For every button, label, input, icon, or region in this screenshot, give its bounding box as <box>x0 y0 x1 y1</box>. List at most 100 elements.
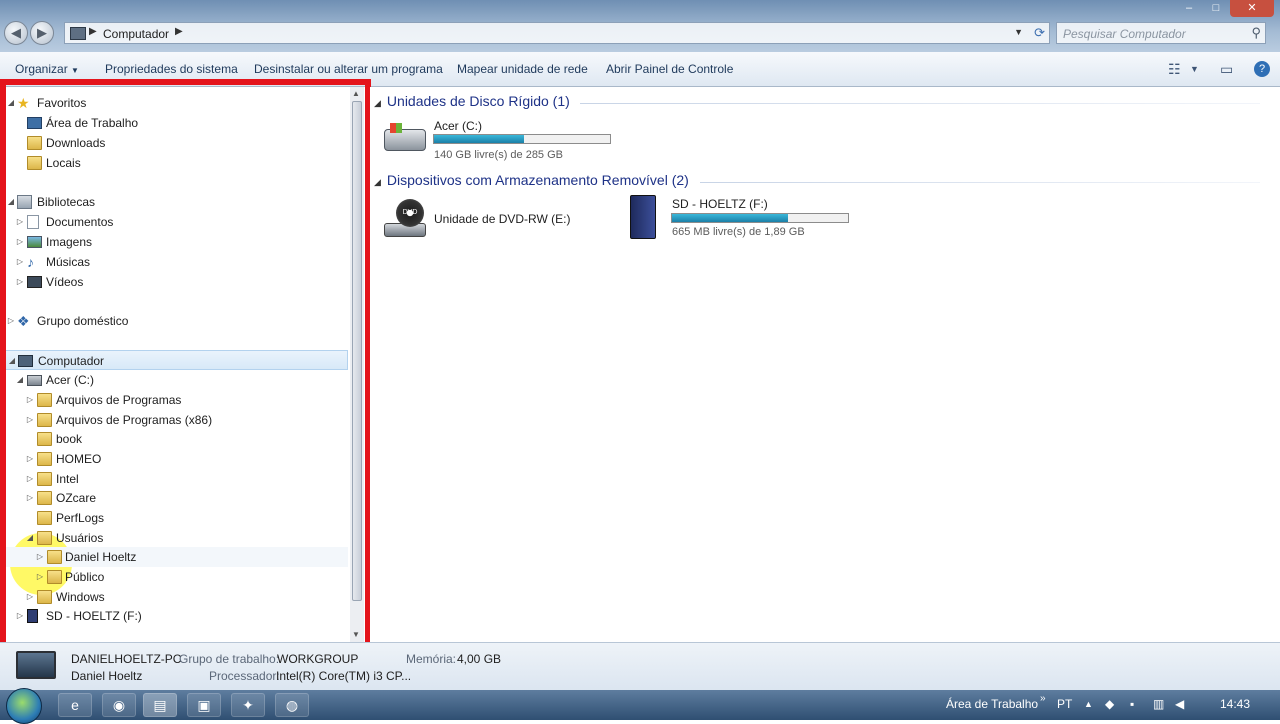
taskbar-chrome-icon[interactable]: ◉ <box>102 693 136 717</box>
expand-arrow-icon[interactable]: ▷ <box>15 606 25 626</box>
drive-item-dvd[interactable]: DVD Unidade de DVD-RW (E:) <box>382 195 602 243</box>
scroll-down-icon[interactable]: ▼ <box>352 630 360 639</box>
forward-button[interactable]: ▶ <box>30 21 54 45</box>
tree-folder-public[interactable]: ▷ Público <box>6 567 336 587</box>
breadcrumb-arrow-icon[interactable]: ▶ <box>89 26 97 37</box>
expand-arrow-icon[interactable]: ▷ <box>25 488 35 508</box>
content-pane[interactable]: ◢ Unidades de Disco Rígido (1) Acer (C:) … <box>370 87 1280 642</box>
tree-label: Público <box>65 570 105 584</box>
tree-homegroup[interactable]: ▷ ❖ Grupo doméstico <box>6 311 336 331</box>
map-network-drive-button[interactable]: Mapear unidade de rede <box>457 62 588 76</box>
expand-arrow-icon[interactable]: ▷ <box>25 390 35 410</box>
tree-folder[interactable]: ▷ Arquivos de Programas (x86) <box>6 410 336 430</box>
show-hidden-icons[interactable]: ▲ <box>1084 699 1093 709</box>
back-button[interactable]: ◀ <box>4 21 28 45</box>
collapse-arrow-icon[interactable]: ◢ <box>7 351 17 371</box>
expand-arrow-icon[interactable]: ▷ <box>25 587 35 607</box>
taskbar-app-icon[interactable]: ▣ <box>187 693 221 717</box>
volume-icon[interactable]: ◀ <box>1175 697 1184 711</box>
search-input[interactable]: Pesquisar Computador ⚲ <box>1056 22 1266 44</box>
clock[interactable]: 14:43 <box>1220 697 1250 711</box>
tree-folder[interactable]: ▷ HOMEO <box>6 449 336 469</box>
taskbar-app-icon[interactable]: ✦ <box>231 693 265 717</box>
tree-drive-f[interactable]: ▷ SD - HOELTZ (F:) <box>6 606 336 626</box>
tree-libraries[interactable]: ◢ Bibliotecas <box>6 192 336 212</box>
tree-folder-windows[interactable]: ▷ Windows <box>6 587 336 607</box>
collapse-arrow-icon[interactable]: ◢ <box>6 192 16 212</box>
expand-arrow-icon[interactable]: ▷ <box>15 252 25 272</box>
search-icon[interactable]: ⚲ <box>1251 25 1261 41</box>
address-dropdown-icon[interactable]: ▼ <box>1014 27 1023 37</box>
tree-downloads[interactable]: Downloads <box>6 133 336 153</box>
open-control-panel-button[interactable]: Abrir Painel de Controle <box>606 62 733 76</box>
collapse-arrow-icon[interactable]: ◢ <box>6 93 16 113</box>
taskbar: e ◉ ▤ ▣ ✦ ◍ Área de Trabalho » PT ▲ ◆ ▪ … <box>0 688 1280 724</box>
address-bar[interactable]: ▶ Computador ▶ ▼ ⟳ <box>64 22 1050 44</box>
tree-desktop[interactable]: Área de Trabalho <box>6 113 336 133</box>
collapse-arrow-icon[interactable]: ◢ <box>25 528 35 548</box>
expand-arrow-icon[interactable]: ▷ <box>25 469 35 489</box>
preview-pane-icon[interactable]: ▭ <box>1220 61 1233 78</box>
desktop-toolbar-label[interactable]: Área de Trabalho <box>946 697 1038 711</box>
tree-documents[interactable]: ▷ Documentos <box>6 212 336 232</box>
tree-folder[interactable]: PerfLogs <box>6 508 336 528</box>
collapse-arrow-icon[interactable]: ◢ <box>374 98 381 108</box>
tree-music[interactable]: ▷ ♪ Músicas <box>6 252 336 272</box>
tree-folder[interactable]: book <box>6 429 336 449</box>
nav-scrollbar[interactable]: ▲ ▼ <box>350 87 364 642</box>
organize-menu[interactable]: Organizar ▼ <box>15 62 79 76</box>
tree-favorites[interactable]: ◢ ★ Favoritos <box>6 93 336 113</box>
taskbar-ie-icon[interactable]: e <box>58 693 92 717</box>
capacity-fill <box>672 214 789 222</box>
expand-arrow-icon[interactable]: ▷ <box>6 311 16 331</box>
tree-folder[interactable]: ▷ Arquivos de Programas <box>6 390 336 410</box>
tree-folder-users[interactable]: ◢ Usuários <box>6 528 336 548</box>
network-icon[interactable]: ▥ <box>1153 697 1164 711</box>
tree-folder-daniel[interactable]: ▷ Daniel Hoeltz <box>2 547 348 567</box>
tray-usb-icon[interactable]: ▪ <box>1130 697 1134 711</box>
refresh-icon[interactable]: ⟳ <box>1034 25 1045 41</box>
chevron-down-icon[interactable]: ▼ <box>1190 64 1199 74</box>
maximize-button[interactable]: □ <box>1203 0 1229 17</box>
tree-computer[interactable]: ◢ Computador <box>2 350 348 370</box>
expand-arrow-icon[interactable]: ▷ <box>25 410 35 430</box>
scroll-up-icon[interactable]: ▲ <box>352 89 360 98</box>
taskbar-explorer-icon[interactable]: ▤ <box>143 693 177 717</box>
drive-item-c[interactable]: Acer (C:) 140 GB livre(s) de 285 GB <box>382 117 622 163</box>
collapse-arrow-icon[interactable]: ◢ <box>15 370 25 390</box>
collapse-arrow-icon[interactable]: ◢ <box>374 177 381 187</box>
group-header-hard-disks[interactable]: ◢ Unidades de Disco Rígido (1) <box>374 93 570 109</box>
tree-pictures[interactable]: ▷ Imagens <box>6 232 336 252</box>
tray-app-icon[interactable]: ◆ <box>1105 697 1114 711</box>
expand-arrow-icon[interactable]: ▷ <box>35 547 45 567</box>
toolbar-expand-icon[interactable]: » <box>1040 693 1046 704</box>
tree-folder[interactable]: ▷ OZcare <box>6 488 336 508</box>
start-button[interactable] <box>6 688 42 724</box>
breadcrumb-computer[interactable]: Computador <box>103 27 169 41</box>
navigation-pane[interactable]: ◢ ★ Favoritos Área de Trabalho Downloads… <box>0 87 350 642</box>
tree-recent-places[interactable]: Locais <box>6 153 336 173</box>
scroll-thumb[interactable] <box>352 101 362 601</box>
expand-arrow-icon[interactable]: ▷ <box>25 449 35 469</box>
expand-arrow-icon[interactable]: ▷ <box>35 567 45 587</box>
windows-logo-icon <box>390 123 402 133</box>
system-properties-button[interactable]: Propriedades do sistema <box>105 62 238 76</box>
memory-value: 4,00 GB <box>457 652 502 666</box>
tree-folder[interactable]: ▷ Intel <box>6 469 336 489</box>
language-indicator[interactable]: PT <box>1057 697 1072 711</box>
expand-arrow-icon[interactable]: ▷ <box>15 272 25 292</box>
help-icon[interactable]: ? <box>1254 61 1270 77</box>
expand-arrow-icon[interactable]: ▷ <box>15 232 25 252</box>
tree-drive-c[interactable]: ◢ Acer (C:) <box>6 370 336 390</box>
hard-drive-icon <box>27 375 42 386</box>
close-button[interactable]: ✕ <box>1230 0 1274 17</box>
tree-videos[interactable]: ▷ Vídeos <box>6 272 336 292</box>
expand-arrow-icon[interactable]: ▷ <box>15 212 25 232</box>
drive-item-sd[interactable]: SD - HOELTZ (F:) 665 MB livre(s) de 1,89… <box>628 195 868 243</box>
view-options-icon[interactable]: ☷ <box>1168 61 1181 78</box>
breadcrumb-arrow-icon[interactable]: ▶ <box>175 26 183 37</box>
taskbar-app-icon[interactable]: ◍ <box>275 693 309 717</box>
group-header-removable[interactable]: ◢ Dispositivos com Armazenamento Removíve… <box>374 172 689 188</box>
uninstall-program-button[interactable]: Desinstalar ou alterar um programa <box>254 62 443 76</box>
minimize-button[interactable]: – <box>1176 0 1202 17</box>
